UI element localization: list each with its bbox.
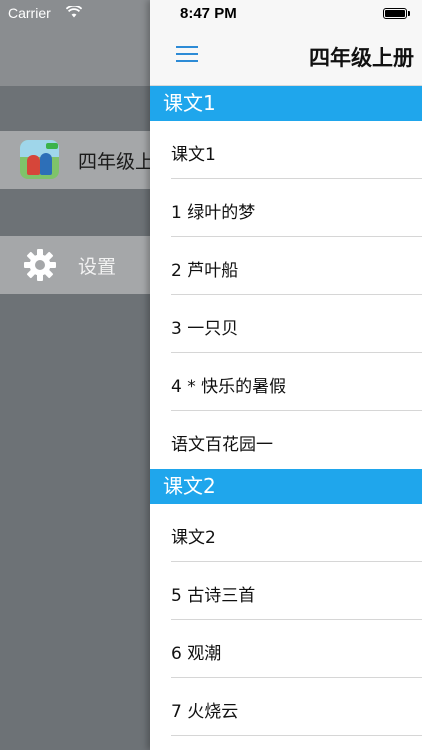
list-item-label: 课文2	[171, 528, 216, 548]
list-item[interactable]: 7 火烧云	[150, 678, 422, 736]
list-item-label: 课文1	[171, 145, 216, 165]
drawer-item-settings[interactable]: 设置	[0, 236, 150, 294]
status-bar: 8:47 PM	[150, 0, 422, 28]
section-header-2: 课文2	[150, 469, 422, 504]
book-cover-thumbnail	[20, 140, 59, 179]
list-item-label: 6 观潮	[171, 644, 222, 664]
side-drawer: Carrier 四年级上册 设	[0, 0, 150, 750]
section-header-1: 课文1	[150, 86, 422, 121]
status-time: 8:47 PM	[180, 5, 237, 22]
page-title: 四年级上册	[309, 46, 414, 70]
list-item[interactable]: 2 芦叶船	[150, 237, 422, 295]
list-item-label: 3 一只贝	[171, 319, 239, 339]
list-item-label: 7 火烧云	[171, 702, 239, 722]
list-item-label: 1 绿叶的梦	[171, 203, 256, 223]
hamburger-menu-icon[interactable]	[176, 44, 198, 62]
list-item[interactable]: 3 一只贝	[150, 295, 422, 353]
list-item-label: 语文百花园一	[171, 435, 273, 455]
navigation-bar: 四年级上册	[150, 28, 422, 86]
list-item[interactable]: 4 * 快乐的暑假	[150, 353, 422, 411]
list-item[interactable]: 语文百花园一	[150, 411, 422, 469]
list-item-label: 4 * 快乐的暑假	[171, 377, 287, 397]
list-item-label: 2 芦叶船	[171, 261, 239, 281]
drawer-item-book[interactable]: 四年级上册	[0, 131, 150, 189]
list-item[interactable]: 课文1	[150, 121, 422, 179]
drawer-status-bar: Carrier	[0, 0, 150, 28]
battery-icon	[383, 8, 407, 19]
drawer-header	[0, 28, 150, 86]
list-item-label: 5 古诗三首	[171, 586, 256, 606]
gear-icon	[24, 249, 56, 281]
battery-tip	[408, 11, 410, 16]
list-item[interactable]: 课文2	[150, 504, 422, 562]
list-item[interactable]: 5 古诗三首	[150, 562, 422, 620]
main-panel: 8:47 PM 四年级上册 课文1 课文1 1 绿叶的梦 2 芦叶船 3 一只贝…	[150, 0, 422, 750]
carrier-label: Carrier	[8, 5, 51, 21]
list-item[interactable]: 1 绿叶的梦	[150, 179, 422, 237]
list-item[interactable]: 6 观潮	[150, 620, 422, 678]
drawer-item-book-label: 四年级上册	[78, 151, 150, 173]
drawer-item-settings-label: 设置	[78, 256, 117, 278]
wifi-icon	[66, 6, 82, 18]
